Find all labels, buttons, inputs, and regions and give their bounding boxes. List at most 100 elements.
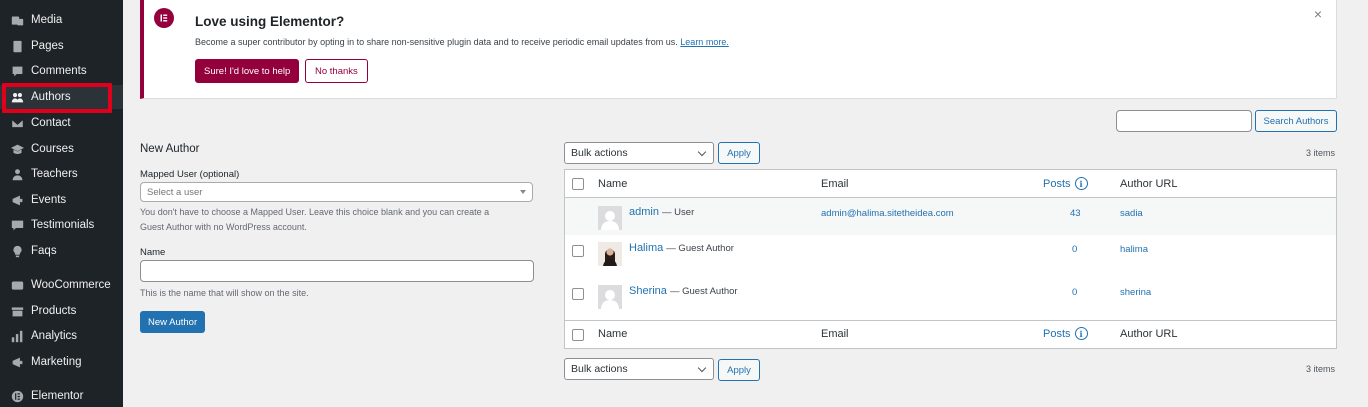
new-author-button[interactable]: New Author	[140, 311, 206, 333]
sidebar-item-label: Events	[31, 194, 67, 206]
sidebar-item-label: Testimonials	[31, 219, 95, 231]
sidebar-item-label: Elementor	[31, 390, 84, 402]
courses-icon	[10, 142, 24, 156]
sidebar-item-label: Products	[31, 305, 77, 317]
bulk-actions-select-top[interactable]: Bulk actions	[564, 142, 714, 164]
sidebar-item-pages[interactable]: Pages	[0, 34, 123, 58]
events-icon	[10, 193, 24, 207]
info-icon: i	[1074, 327, 1088, 340]
select-all-checkbox[interactable]	[572, 178, 584, 190]
column-name-footer: Name	[598, 328, 628, 340]
search-authors-input[interactable]	[1116, 110, 1252, 132]
elementor-logo-icon	[154, 8, 174, 28]
sidebar-item-label: Teachers	[31, 168, 78, 180]
avatar	[598, 206, 622, 230]
sidebar-item-testimonials[interactable]: Testimonials	[0, 213, 123, 237]
sidebar-item-elementor[interactable]: Elementor	[0, 384, 123, 407]
column-email: Email	[821, 178, 849, 190]
name-input[interactable]	[140, 260, 534, 282]
mapped-user-select[interactable]: Select a user	[140, 182, 533, 202]
notice-text: Become a super contributor by opting in …	[195, 37, 729, 47]
search-authors-button[interactable]: Search Authors	[1255, 110, 1337, 132]
apply-button-top[interactable]: Apply	[718, 142, 760, 164]
faqs-icon	[10, 244, 24, 258]
elementor-icon	[10, 389, 24, 403]
name-label: Name	[140, 247, 166, 258]
sidebar-item-label: Authors	[31, 91, 71, 103]
author-posts-link[interactable]: 43	[1070, 208, 1081, 219]
column-author-url-footer: Author URL	[1120, 328, 1178, 340]
sidebar-item-analytics[interactable]: Analytics	[0, 324, 123, 348]
sidebar-item-authors[interactable]: Authors	[0, 85, 123, 109]
sidebar-item-courses[interactable]: Courses	[0, 137, 123, 161]
author-url-link[interactable]: halima	[1120, 244, 1148, 255]
sidebar-item-contact[interactable]: Contact	[0, 111, 123, 135]
admin-sidebar: Media Pages Comments Authors Contact Cou…	[0, 0, 123, 407]
row-checkbox[interactable]	[572, 245, 584, 257]
woocommerce-icon	[10, 278, 24, 292]
table-header-row: Name Email Posts i Author URL	[565, 170, 1336, 198]
table-row: Halima — Guest Author 0 halima	[565, 235, 1336, 278]
bulk-actions-select-bottom[interactable]: Bulk actions	[564, 358, 714, 380]
sidebar-item-label: Courses	[31, 143, 74, 155]
author-posts-link[interactable]: 0	[1072, 244, 1077, 255]
column-author-url: Author URL	[1120, 178, 1178, 190]
name-help: This is the name that will show on the s…	[140, 288, 309, 298]
author-url-link[interactable]: sherina	[1120, 287, 1151, 298]
table-footer-row: Name Email Posts i Author URL	[565, 320, 1336, 349]
sidebar-item-comments[interactable]: Comments	[0, 59, 123, 83]
author-url-link[interactable]: sadia	[1120, 208, 1143, 219]
author-posts-link[interactable]: 0	[1072, 287, 1077, 298]
sidebar-item-woocommerce[interactable]: WooCommerce	[0, 273, 123, 297]
avatar	[598, 242, 622, 266]
chevron-down-icon	[697, 147, 707, 157]
sidebar-item-faqs[interactable]: Faqs	[0, 239, 123, 263]
column-posts[interactable]: Posts i	[1043, 177, 1088, 190]
column-name: Name	[598, 178, 628, 190]
sidebar-item-label: Media	[31, 14, 63, 26]
table-row: Sherina — Guest Author 0 sherina	[565, 278, 1336, 321]
apply-button-bottom[interactable]: Apply	[718, 359, 760, 381]
sidebar-item-events[interactable]: Events	[0, 188, 123, 212]
author-name-link[interactable]: Halima	[629, 242, 663, 254]
items-count-bottom: 3 items	[1306, 364, 1336, 374]
close-icon[interactable]: ×	[1314, 6, 1322, 22]
author-email-link[interactable]: admin@halima.sitetheidea.com	[821, 208, 954, 219]
items-count-top: 3 items	[1306, 148, 1336, 158]
comments-icon	[10, 64, 24, 78]
authors-table: Name Email Posts i Author URL admin — Us…	[564, 169, 1337, 349]
testimonials-icon	[10, 218, 24, 232]
sidebar-item-label: WooCommerce	[31, 279, 111, 291]
notice-title: Love using Elementor?	[195, 14, 345, 29]
sidebar-item-label: Pages	[31, 40, 64, 52]
sidebar-item-label: Contact	[31, 117, 71, 129]
sidebar-item-label: Comments	[31, 65, 87, 77]
sidebar-item-marketing[interactable]: Marketing	[0, 350, 123, 374]
info-icon: i	[1074, 177, 1088, 190]
sidebar-item-label: Faqs	[31, 245, 57, 257]
sidebar-item-media[interactable]: Media	[0, 8, 123, 32]
elementor-notice: Love using Elementor? Become a super con…	[140, 0, 1337, 99]
column-email-footer: Email	[821, 328, 849, 340]
learn-more-link[interactable]: Learn more.	[680, 37, 729, 47]
author-name-link[interactable]: admin	[629, 206, 659, 218]
column-posts-footer[interactable]: Posts i	[1043, 327, 1088, 340]
select-all-checkbox-footer[interactable]	[572, 329, 584, 341]
new-author-heading: New Author	[140, 143, 200, 155]
contact-icon	[10, 116, 24, 130]
avatar	[598, 285, 622, 309]
sidebar-item-label: Analytics	[31, 330, 78, 342]
main-content: Love using Elementor? Become a super con…	[123, 0, 1368, 407]
sidebar-item-teachers[interactable]: Teachers	[0, 162, 123, 186]
mapped-user-label: Mapped User (optional)	[140, 169, 240, 180]
sidebar-item-products[interactable]: Products	[0, 299, 123, 323]
opt-in-button[interactable]: Sure! I'd love to help	[195, 59, 300, 83]
analytics-icon	[10, 329, 24, 343]
products-icon	[10, 304, 24, 318]
author-name-link[interactable]: Sherina	[629, 285, 667, 297]
table-row: admin — User admin@halima.sitetheidea.co…	[565, 198, 1336, 235]
row-checkbox[interactable]	[572, 288, 584, 300]
pages-icon	[10, 39, 24, 53]
mapped-user-help: You don't have to choose a Mapped User. …	[140, 207, 490, 232]
no-thanks-button[interactable]: No thanks	[305, 59, 368, 83]
